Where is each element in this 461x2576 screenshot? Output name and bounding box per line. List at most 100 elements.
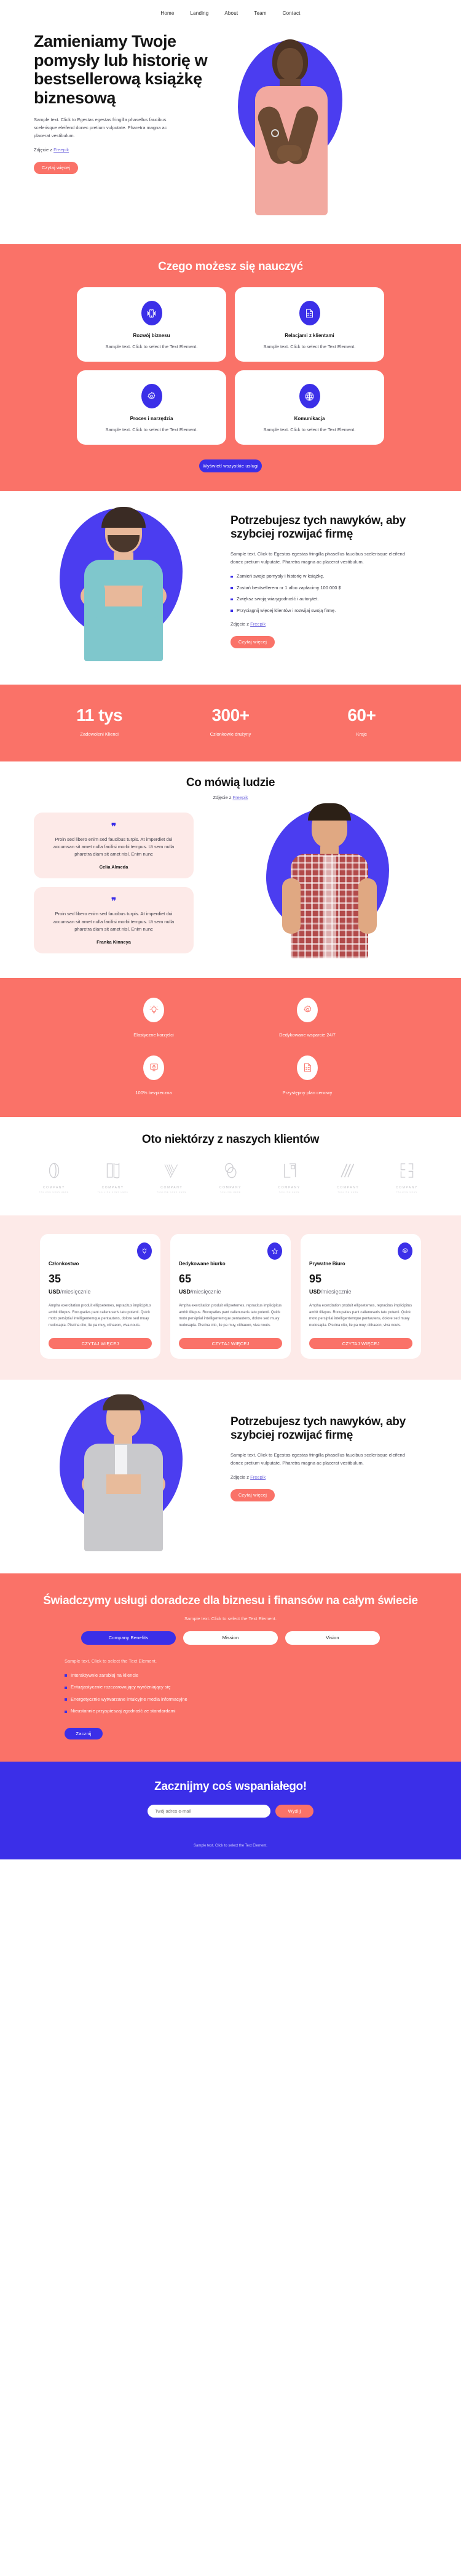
- checklist-icon: [297, 1055, 318, 1080]
- credit-link-freepik[interactable]: Freepik: [250, 621, 266, 627]
- pricing-plan-text: Ampha exercitation produit ellipsetemes,…: [179, 1303, 282, 1328]
- lock-screen-icon: [143, 1055, 164, 1080]
- testimonial-card: ❞ Proin sed libero enim sed faucibus tur…: [34, 813, 194, 879]
- ovals-logo-icon: [222, 1163, 239, 1182]
- learn-card-text: Sample text. Click to select the Text El…: [263, 344, 356, 349]
- habits-secondary-read-more-button[interactable]: Czytaj więcej: [230, 1489, 275, 1501]
- habits-image-credit: Zdjęcie z Freepik: [230, 621, 427, 627]
- client-logo-name: COMPANY: [278, 1185, 301, 1190]
- stripes-v-logo-icon: [163, 1164, 180, 1182]
- pricing-read-more-button[interactable]: CZYTAJ WIĘCEJ: [309, 1338, 412, 1350]
- credit-link-freepik[interactable]: Freepik: [250, 1474, 266, 1480]
- nav-item-landing[interactable]: Landing: [191, 10, 209, 16]
- pricing-read-more-button[interactable]: CZYTAJ WIĘCEJ: [49, 1338, 152, 1350]
- bracket-logo-icon: [398, 1163, 416, 1182]
- learn-card-process-tools[interactable]: Proces i narzędzia Sample text. Click to…: [77, 370, 226, 445]
- book-logo-icon: [104, 1163, 122, 1182]
- newsletter-form: Wyślij: [0, 1804, 461, 1818]
- services-cta-title: Świadczymy usługi doradcze dla biznesu i…: [43, 1594, 418, 1608]
- services-bullet-item: Entuzjastycznie rozczarowujący wyróżniaj…: [65, 1684, 396, 1691]
- gear-icon: [398, 1242, 412, 1260]
- hero-read-more-button[interactable]: Czytaj więcej: [34, 161, 78, 174]
- nav-item-about[interactable]: About: [224, 10, 238, 16]
- pricing-read-more-button[interactable]: CZYTAJ WIĘCEJ: [179, 1338, 282, 1350]
- newsletter-submit-button[interactable]: Wyślij: [275, 1804, 313, 1818]
- services-cta-section: Świadczymy usługi doradcze dla biznesu i…: [0, 1573, 461, 1762]
- client-logo-tagline: TAG LINE GOES HERE: [97, 1190, 128, 1193]
- testimonials-image-credit: Zdjęcie z Freepik: [34, 795, 427, 800]
- benefit-label: Dedykowane wsparcie 24/7: [279, 1032, 336, 1038]
- client-logo-name: COMPANY: [160, 1185, 183, 1190]
- hero-title: Zamieniamy Twoje pomysły lub historię w …: [34, 32, 208, 107]
- testimonials-section: Co mówią ludzie Zdjęcie z Freepik ❞ Proi: [0, 761, 461, 978]
- view-all-services-button[interactable]: Wyświetl wszystkie usługi: [199, 459, 262, 472]
- credit-link-freepik[interactable]: Freepik: [53, 147, 69, 153]
- email-field[interactable]: [148, 1804, 270, 1818]
- testimonial-author: Celia Almeda: [99, 864, 128, 870]
- tab-company-benefits[interactable]: Company Benefits: [81, 1631, 176, 1645]
- habits-bullet-item: Przyciągnij więcej klientów i rozwijaj s…: [230, 608, 427, 614]
- nav-item-contact[interactable]: Contact: [283, 10, 301, 16]
- learn-card-business-growth[interactable]: Rozwój biznesu Sample text. Click to sel…: [77, 287, 226, 362]
- client-logo-name: COMPANY: [42, 1185, 66, 1190]
- nav-item-team[interactable]: Team: [254, 10, 266, 16]
- pricing-plan-name: Członkostwo: [49, 1260, 79, 1266]
- services-bullet-item: Nieustannie przyspieszaj zgodność ze sta…: [65, 1708, 396, 1715]
- services-bullet-item: Interaktywnie zarabiaj na kliencie: [65, 1672, 396, 1679]
- testimonials-title: Co mówią ludzie: [186, 776, 275, 789]
- hero-description: Sample text. Click to Egestas egestas fr…: [34, 117, 167, 139]
- client-logo-tagline: TAGLINE GOES HERE: [157, 1190, 187, 1193]
- client-logo: COMPANY TAGLINE GOES: [387, 1161, 427, 1193]
- services-start-button[interactable]: Zacznij: [65, 1727, 103, 1739]
- clients-title: Oto niektórzy z naszych klientów: [141, 1132, 320, 1146]
- client-logo-tagline: TAGLINE HERE: [337, 1190, 359, 1193]
- learn-card-client-relations[interactable]: Relacjami z klientami Sample text. Click…: [235, 287, 384, 362]
- learn-card-title: Komunikacja: [294, 416, 325, 421]
- client-logo: COMPANY TAGLINE HERE: [210, 1161, 251, 1193]
- learn-section: Czego możesz się nauczyć Rozwój biznesu …: [0, 244, 461, 491]
- stat-label: Kraje: [356, 731, 368, 737]
- benefit-label: 100% bezpieczna: [135, 1089, 172, 1095]
- quote-icon: ❞: [111, 896, 117, 907]
- page-footer: Sample text. Click to select the Text El…: [0, 1838, 461, 1859]
- learn-card-communication[interactable]: Komunikacja Sample text. Click to select…: [235, 370, 384, 445]
- pricing-card-dedicated-desk: Dedykowane biurko 65 USD/miesięcznie Amp…: [170, 1233, 291, 1359]
- testimonial-text: Proin sed libero enim sed faucibus turpi…: [53, 911, 175, 932]
- habits-secondary-title: Potrzebujesz tych nawyków, aby szybciej …: [230, 1415, 406, 1442]
- pricing-plan-text: Ampha exercitation produit ellipsetemes,…: [309, 1303, 412, 1328]
- testimonial-card: ❞ Proin sed libero enim sed faucibus tur…: [34, 887, 194, 953]
- stats-section: 11 tys Zadowoleni Klienci 300+ Członkowi…: [0, 685, 461, 761]
- stat-countries: 60+ Kraje: [296, 706, 427, 737]
- credit-link-freepik[interactable]: Freepik: [233, 795, 248, 800]
- price-period: /miesięcznie: [191, 1288, 221, 1295]
- habits-section: Potrzebujesz tych nawyków, aby szybciej …: [0, 491, 461, 685]
- learn-card-text: Sample text. Click to select the Text El…: [263, 427, 356, 432]
- price-period: /miesięcznie: [321, 1288, 352, 1295]
- loop-logo-icon: [45, 1163, 63, 1182]
- price-amount: 35: [49, 1272, 61, 1285]
- services-bullet-item: Energetycznie wytwarzane intuicyjne medi…: [65, 1696, 396, 1703]
- testimonial-author: Franka Kinneya: [97, 939, 131, 945]
- newsletter-title: Zacznijmy coś wspaniałego!: [154, 1779, 307, 1793]
- services-bullet-list: Interaktywnie zarabiaj na kliencie Entuz…: [65, 1672, 396, 1715]
- habits-secondary-description: Sample text. Click to Egestas egestas fr…: [230, 1452, 405, 1466]
- bulb-icon: [137, 1242, 152, 1260]
- learn-card-title: Relacjami z klientami: [285, 333, 334, 338]
- pricing-plan-price: 35 USD/miesięcznie: [49, 1273, 152, 1297]
- stat-value: 300+: [211, 706, 250, 725]
- tab-vision[interactable]: Vision: [285, 1631, 380, 1645]
- price-amount: 95: [309, 1272, 322, 1285]
- nav-item-home[interactable]: Home: [160, 10, 174, 16]
- stat-happy-clients: 11 tys Zadowoleni Klienci: [34, 706, 165, 737]
- bulb-icon: [143, 997, 164, 1022]
- price-currency: USD: [309, 1288, 321, 1295]
- client-logo: COMPANY TAGLINE HERE: [269, 1161, 310, 1193]
- habits-read-more-button[interactable]: Czytaj więcej: [230, 635, 275, 648]
- price-currency: USD: [49, 1288, 61, 1295]
- client-logo: COMPANY TAGLINE GOES HERE: [34, 1161, 74, 1193]
- testimonial-text: Proin sed libero enim sed faucibus turpi…: [53, 837, 175, 857]
- stat-label: Zadowoleni Klienci: [80, 731, 119, 737]
- benefit-label: Elastyczne korzyści: [133, 1032, 174, 1038]
- tab-mission[interactable]: Mission: [183, 1631, 278, 1645]
- stat-label: Członkowie drużyny: [210, 731, 251, 737]
